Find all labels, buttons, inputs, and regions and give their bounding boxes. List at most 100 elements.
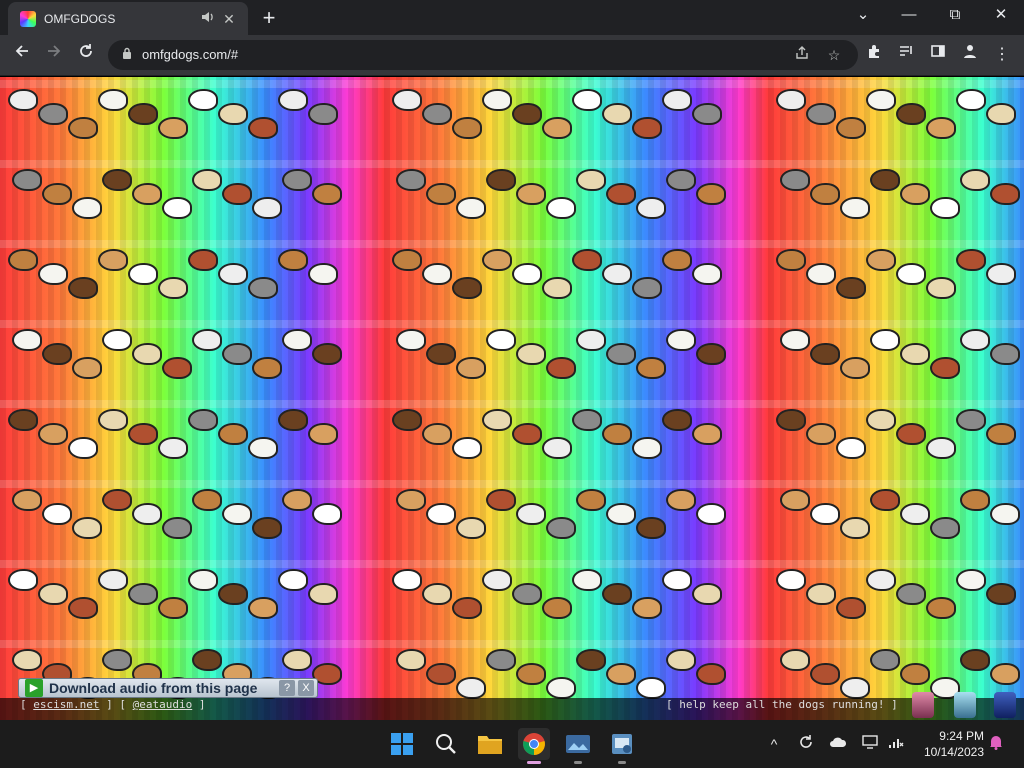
dog-sprite [836, 597, 866, 619]
network-muted-icon[interactable] [886, 734, 906, 754]
dog-sprite [960, 489, 990, 511]
dog-sprite [576, 329, 606, 351]
windows-taskbar: ^ 9:24 PM 10/14/2023 [0, 720, 1024, 768]
dog-sprite [602, 423, 632, 445]
dog-sprite [986, 263, 1016, 285]
tab-search-icon[interactable]: ⌄ [840, 0, 886, 32]
media-control-icon[interactable] [892, 41, 920, 69]
dog-row [0, 565, 1024, 625]
dog-sprite [636, 357, 666, 379]
dog-row [0, 245, 1024, 305]
url-text[interactable]: omfgdogs.com/# [142, 40, 238, 70]
chevron-up-icon[interactable]: ^ [764, 734, 784, 754]
share-icon[interactable] [788, 41, 816, 69]
system-clock[interactable]: 9:24 PM 10/14/2023 [914, 728, 984, 760]
dog-sprite [662, 569, 692, 591]
dog-sprite [516, 503, 546, 525]
extensions-icon[interactable] [860, 41, 888, 69]
dog-sprite [308, 103, 338, 125]
search-icon[interactable] [430, 728, 462, 760]
help-icon[interactable]: ? [279, 680, 295, 696]
onedrive-icon[interactable] [828, 734, 848, 754]
dog-sprite [422, 583, 452, 605]
dog-sprite [12, 649, 42, 671]
dog-sprite [896, 423, 926, 445]
forward-icon[interactable] [40, 41, 68, 69]
address-bar[interactable]: omfgdogs.com/# ☆ [108, 40, 858, 70]
display-icon[interactable] [860, 734, 880, 754]
dog-sprite [602, 103, 632, 125]
dog-sprite [780, 489, 810, 511]
dog-row [0, 165, 1024, 225]
profile-avatar-icon[interactable] [956, 41, 984, 69]
dog-sprite [396, 489, 426, 511]
new-tab-button[interactable]: + [256, 6, 282, 32]
tab-title: OMFGDOGS [44, 11, 116, 26]
dog-sprite [662, 409, 692, 431]
dog-animation-page [0, 77, 1024, 720]
dog-sprite [308, 263, 338, 285]
dog-sprite [98, 569, 128, 591]
dog-sprite [692, 263, 722, 285]
close-icon[interactable]: X [298, 680, 314, 696]
help-dogs-text[interactable]: [ help keep all the dogs running! ] [666, 698, 898, 712]
tab-omfgdogs[interactable]: OMFGDOGS ✕ [8, 2, 248, 35]
dog-sprite [102, 489, 132, 511]
dog-sprite [512, 263, 542, 285]
file-explorer-icon[interactable] [474, 728, 506, 760]
dog-sprite [632, 597, 662, 619]
dog-sprite [312, 343, 342, 365]
download-audio-bar[interactable]: ▶ Download audio from this page ? X [18, 678, 318, 698]
escism-link[interactable]: escism.net [33, 698, 99, 711]
lock-icon[interactable] [120, 47, 134, 63]
dog-sprite [248, 277, 278, 299]
bookmark-star-icon[interactable]: ☆ [820, 41, 848, 69]
dog-sprite [8, 249, 38, 271]
dog-sprite [632, 277, 662, 299]
close-window-button[interactable]: ✕ [978, 0, 1024, 32]
dog-sprite [512, 423, 542, 445]
chrome-icon[interactable] [518, 728, 550, 764]
dog-sprite [162, 357, 192, 379]
sync-icon[interactable] [796, 734, 816, 754]
restore-button[interactable]: ⧉ [932, 0, 978, 32]
download-audio-label[interactable]: Download audio from this page [49, 680, 279, 696]
dog-sprite [780, 329, 810, 351]
dog-sprite [836, 277, 866, 299]
notification-bell-icon[interactable] [986, 734, 1006, 754]
dog-sprite [192, 649, 222, 671]
dog-sprite [900, 503, 930, 525]
dog-sprite [512, 103, 542, 125]
dog-sprite [132, 183, 162, 205]
minimize-button[interactable]: — [886, 0, 932, 32]
control-panel-icon[interactable] [606, 728, 638, 764]
dog-sprite [158, 277, 188, 299]
back-icon[interactable] [8, 41, 36, 69]
dog-sprite [632, 117, 662, 139]
dog-sprite [866, 569, 896, 591]
windows-start-icon[interactable] [386, 728, 418, 760]
dog-sprite [572, 89, 602, 111]
speaker-icon[interactable] [198, 11, 218, 26]
dog-sprite [486, 489, 516, 511]
dog-sprite [132, 503, 162, 525]
dog-sprite [696, 343, 726, 365]
close-tab-icon[interactable]: ✕ [218, 8, 240, 30]
menu-kebab-icon[interactable]: ⋮ [988, 41, 1016, 69]
dog-sprite [542, 117, 572, 139]
dog-sprite [840, 677, 870, 699]
dog-sprite [8, 89, 38, 111]
dog-sprite [576, 169, 606, 191]
dog-sprite [486, 169, 516, 191]
reload-icon[interactable] [72, 41, 100, 69]
dog-sprite [900, 183, 930, 205]
dog-sprite [960, 169, 990, 191]
dog-sprite [870, 649, 900, 671]
dog-sprite [810, 663, 840, 685]
eataudio-link[interactable]: @eataudio [133, 698, 193, 711]
dog-sprite [576, 649, 606, 671]
photos-icon[interactable] [562, 728, 594, 764]
dog-sprite [572, 569, 602, 591]
play-icon[interactable]: ▶ [25, 679, 43, 697]
side-panel-icon[interactable] [924, 41, 952, 69]
